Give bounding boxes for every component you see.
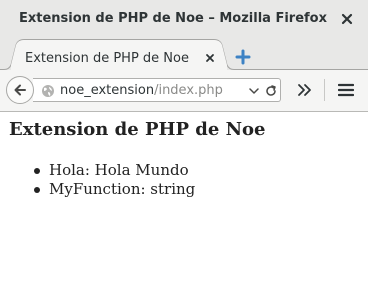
tab-active[interactable]: Extension de PHP de Noe bbox=[25, 51, 189, 66]
new-tab-button[interactable] bbox=[234, 48, 252, 66]
plus-icon bbox=[235, 49, 251, 65]
double-chevron-right-icon[interactable] bbox=[296, 83, 312, 97]
back-button[interactable] bbox=[6, 76, 34, 104]
bullet bbox=[34, 187, 40, 193]
globe-icon bbox=[42, 85, 54, 97]
page-content: Extension de PHP de Noe Hola: Hola Mundo… bbox=[0, 112, 368, 298]
page-heading: Extension de PHP de Noe bbox=[9, 119, 266, 140]
close-icon bbox=[206, 54, 214, 62]
arrow-left-icon bbox=[14, 84, 26, 96]
navigation-toolbar: noe_extension/index.php bbox=[0, 70, 368, 112]
list-item-text: MyFunction: string bbox=[49, 180, 196, 198]
browser-window: Extension de PHP de Noe – Mozilla Firefo… bbox=[0, 0, 368, 298]
url-path: /index.php bbox=[154, 83, 223, 98]
address-bar[interactable]: noe_extension/index.php bbox=[33, 78, 281, 102]
list-item-text: Hola: Hola Mundo bbox=[49, 161, 189, 179]
window-close-button[interactable] bbox=[337, 9, 357, 29]
tab-close-button[interactable] bbox=[201, 49, 219, 67]
chevron-down-icon[interactable] bbox=[248, 85, 260, 97]
url-host: noe_extension bbox=[60, 83, 155, 98]
reload-icon[interactable] bbox=[264, 84, 278, 98]
bullet bbox=[34, 168, 40, 174]
window-title: Extension de PHP de Noe – Mozilla Firefo… bbox=[18, 11, 328, 26]
toolbar-separator bbox=[324, 79, 325, 101]
tab-strip: Extension de PHP de Noe bbox=[0, 38, 368, 70]
url-text: noe_extension/index.php bbox=[60, 83, 223, 98]
title-bar[interactable]: Extension de PHP de Noe – Mozilla Firefo… bbox=[0, 0, 368, 38]
hamburger-menu-icon[interactable] bbox=[338, 83, 354, 97]
close-icon bbox=[341, 13, 353, 25]
